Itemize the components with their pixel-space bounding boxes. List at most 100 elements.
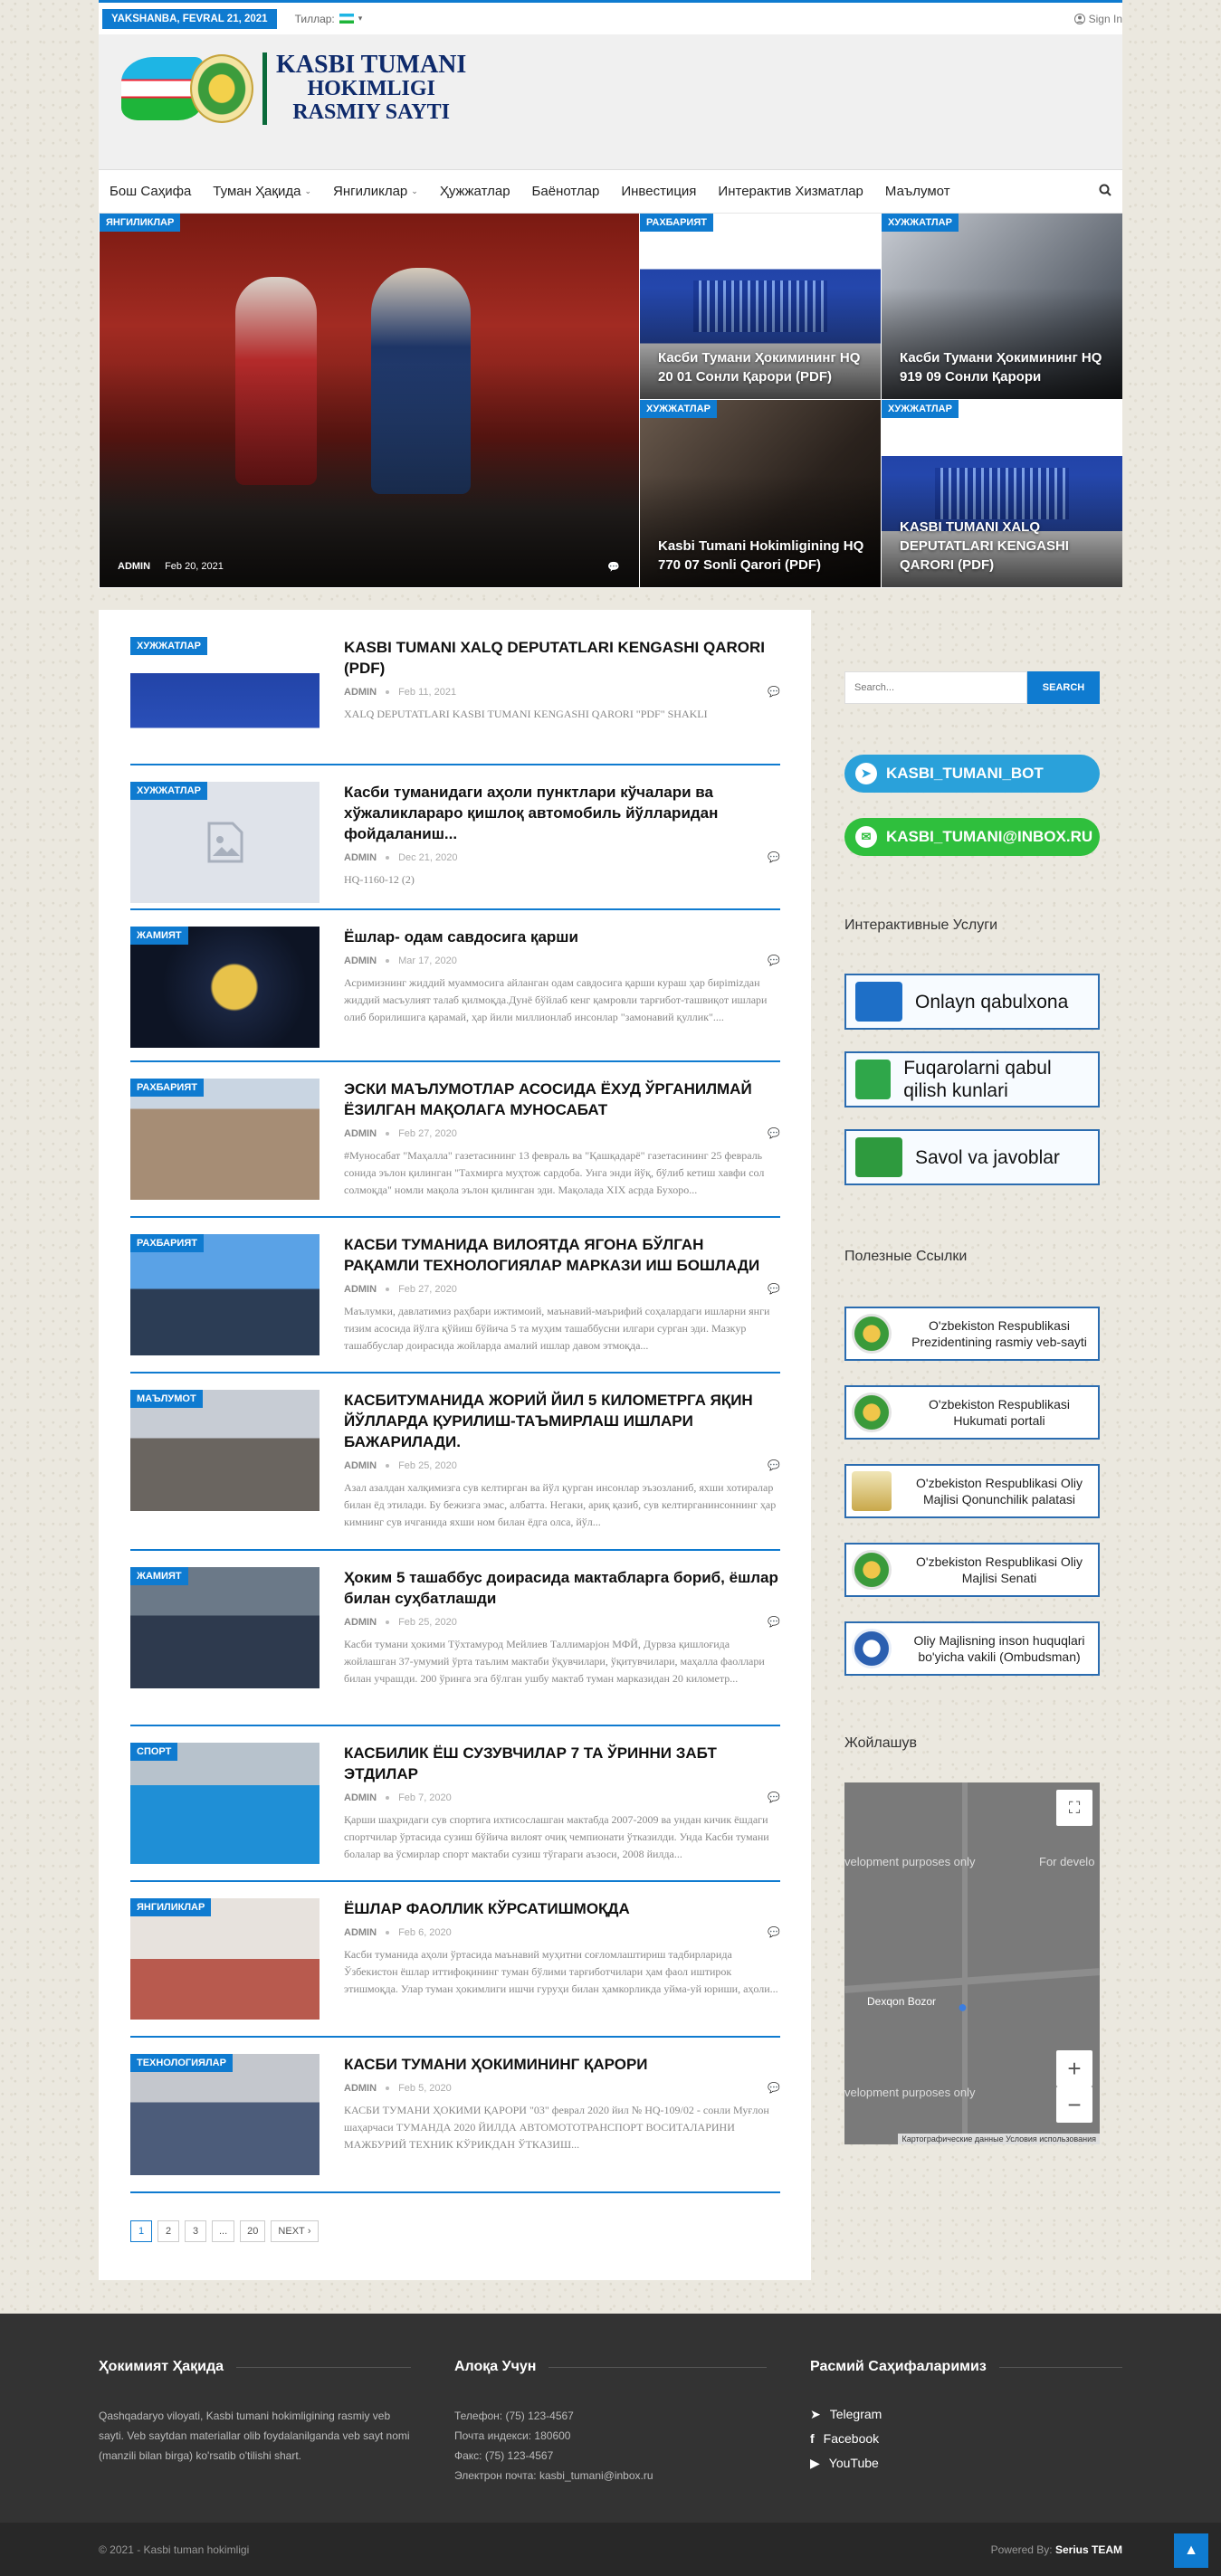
- nav-item-investment[interactable]: Инвестиция: [610, 170, 707, 213]
- link-senate[interactable]: O'zbekiston Respublikasi Oliy Majlisi Se…: [844, 1543, 1100, 1597]
- category-badge[interactable]: ЯНГИЛИКЛАР: [100, 214, 181, 232]
- zoom-in-button[interactable]: +: [1056, 2050, 1092, 2086]
- post-thumbnail[interactable]: РАХБАРИЯТ: [130, 1234, 320, 1355]
- category-badge[interactable]: ХУЖЖАТЛАР: [130, 782, 207, 800]
- post-thumbnail[interactable]: ТЕХНОЛОГИЯЛАР: [130, 2054, 320, 2175]
- post-author[interactable]: ADMIN: [344, 955, 377, 966]
- post-thumbnail[interactable]: ХУЖЖАТЛАР: [130, 637, 320, 758]
- post-title[interactable]: KASBI TUMANI XALQ DEPUTATLARI KENGASHI Q…: [344, 637, 780, 679]
- featured-post[interactable]: ХУЖЖАТЛАР KASBI TUMANI XALQ DEPUTATLARI …: [881, 400, 1122, 588]
- post-title[interactable]: ЁШЛАР ФАОЛЛИК КЎРСАТИШМОҚДА: [344, 1898, 780, 1919]
- category-badge[interactable]: ТЕХНОЛОГИЯЛАР: [130, 2054, 233, 2072]
- category-badge[interactable]: ЖАМИЯТ: [130, 1567, 188, 1585]
- powered-by-brand[interactable]: Serius TEAM: [1055, 2543, 1122, 2556]
- comment-icon[interactable]: 💬: [768, 2082, 780, 2094]
- nav-item-interactive-services[interactable]: Интерактив Хизматлар: [707, 170, 873, 213]
- comment-icon[interactable]: 💬: [768, 851, 780, 863]
- post-author[interactable]: ADMIN: [344, 1617, 377, 1628]
- featured-post[interactable]: РАХБАРИЯТ Касби Тумани Ҳокимининг HQ 20 …: [639, 214, 881, 400]
- zoom-out-button[interactable]: −: [1056, 2086, 1092, 2123]
- comment-icon[interactable]: 💬: [768, 1127, 780, 1139]
- post-title[interactable]: Ёшлар- одам савдосига қарши: [344, 927, 780, 947]
- featured-post[interactable]: ХУЖЖАТЛАР Касби Тумани Ҳокимининг HQ 919…: [881, 214, 1122, 400]
- post-author[interactable]: ADMIN: [344, 1284, 377, 1295]
- telegram-bot-button[interactable]: ➤ KASBI_TUMANI_BOT: [844, 755, 1100, 793]
- post-title[interactable]: КАСБИЛИК ЁШ СУЗУВЧИЛАР 7 ТА ЎРИННИ ЗАБТ …: [344, 1743, 780, 1784]
- comment-icon[interactable]: 💬: [768, 686, 780, 698]
- post-author[interactable]: ADMIN: [344, 1128, 377, 1139]
- comment-icon[interactable]: 💬: [607, 561, 620, 573]
- category-badge[interactable]: ЖАМИЯТ: [130, 927, 188, 945]
- email-button[interactable]: ✉ KASBI_TUMANI@INBOX.RU: [844, 818, 1100, 856]
- featured-post[interactable]: ХУЖЖАТЛАР Kasbi Tumani Hokimligining HQ …: [639, 400, 881, 588]
- search-button[interactable]: SEARCH: [1027, 671, 1100, 704]
- search-input[interactable]: [844, 671, 1027, 704]
- featured-post-title[interactable]: Касби Тумани Ҳокимининг HQ 20 01 Сонли Қ…: [658, 348, 870, 386]
- category-badge[interactable]: ХУЖЖАТЛАР: [882, 214, 959, 232]
- comment-icon[interactable]: 💬: [768, 1792, 780, 1803]
- link-legislative-chamber[interactable]: O'zbekiston Respublikasi Oliy Majlisi Qo…: [844, 1464, 1100, 1518]
- post-thumbnail[interactable]: ЯНГИЛИКЛАР: [130, 1898, 320, 2020]
- link-government[interactable]: O'zbekiston Respublikasi Hukumati portal…: [844, 1385, 1100, 1440]
- link-president[interactable]: O'zbekiston Respublikasi Prezidentining …: [844, 1307, 1100, 1361]
- page-2[interactable]: 2: [157, 2220, 179, 2242]
- nav-item-home[interactable]: Бош Саҳифа: [99, 170, 202, 213]
- faq-button[interactable]: Savol va javoblar: [844, 1129, 1100, 1185]
- telegram-link[interactable]: ➤ Telegram: [810, 2402, 1122, 2427]
- category-badge[interactable]: СПОРТ: [130, 1743, 178, 1761]
- post-author[interactable]: ADMIN: [344, 1927, 377, 1938]
- site-logo[interactable]: KASBI TUMANI HOKIMLIGI RASMIY SAYTI: [121, 52, 466, 125]
- next-page-button[interactable]: NEXT ›: [271, 2220, 319, 2242]
- page-3[interactable]: 3: [185, 2220, 206, 2242]
- post-title[interactable]: КАСБИ ТУМАНИ ҲОКИМИНИНГ ҚАРОРИ: [344, 2054, 780, 2075]
- post-thumbnail[interactable]: ЖАМИЯТ: [130, 927, 320, 1048]
- post-title[interactable]: КАСБИТУМАНИДА ЖОРИЙ ЙИЛ 5 КИЛОМЕТРГА ЯҚИ…: [344, 1390, 780, 1452]
- back-to-top-button[interactable]: ▲: [1174, 2533, 1208, 2568]
- comment-icon[interactable]: 💬: [768, 1459, 780, 1471]
- featured-main-post[interactable]: ЯНГИЛИКЛАР ADMIN Feb 20, 2021 💬: [99, 214, 639, 588]
- comment-icon[interactable]: 💬: [768, 1926, 780, 1938]
- featured-post-title[interactable]: KASBI TUMANI XALQ DEPUTATLARI KENGASHI Q…: [900, 518, 1111, 575]
- page-1[interactable]: 1: [130, 2220, 152, 2242]
- sign-in-link[interactable]: Sign In: [1073, 13, 1122, 25]
- post-author[interactable]: ADMIN: [344, 852, 377, 863]
- post-thumbnail[interactable]: СПОРТ: [130, 1743, 320, 1864]
- featured-post-title[interactable]: Касби Тумани Ҳокимининг HQ 919 09 Сонли …: [900, 348, 1111, 386]
- footer-email[interactable]: Электрон почта: kasbi_tumani@inbox.ru: [454, 2466, 767, 2486]
- map-attribution[interactable]: Картографические данные Условия использо…: [898, 2134, 1100, 2144]
- category-badge[interactable]: ХУЖЖАТЛАР: [130, 637, 207, 655]
- location-map[interactable]: velopment purposes only For develo velop…: [844, 1782, 1100, 2144]
- post-author[interactable]: ADMIN: [344, 1792, 377, 1803]
- nav-item-documents[interactable]: Ҳужжатлар: [429, 170, 521, 213]
- post-author[interactable]: ADMIN: [118, 561, 150, 573]
- category-badge[interactable]: РАХБАРИЯТ: [130, 1079, 204, 1097]
- post-thumbnail[interactable]: МАЪЛУМОТ: [130, 1390, 320, 1511]
- reception-days-button[interactable]: Fuqarolarni qabul qilish kunlari: [844, 1051, 1100, 1107]
- online-reception-button[interactable]: Onlayn qabulxona: [844, 974, 1100, 1030]
- page-20[interactable]: 20: [240, 2220, 266, 2242]
- nav-item-statements[interactable]: Баёнотлар: [521, 170, 611, 213]
- category-badge[interactable]: ХУЖЖАТЛАР: [882, 400, 959, 418]
- post-author[interactable]: ADMIN: [344, 2083, 377, 2094]
- comment-icon[interactable]: 💬: [768, 1283, 780, 1295]
- category-badge[interactable]: РАХБАРИЯТ: [130, 1234, 204, 1252]
- post-thumbnail[interactable]: ЖАМИЯТ: [130, 1567, 320, 1688]
- nav-item-news[interactable]: Янгиликлар ⌄: [322, 170, 429, 213]
- comment-icon[interactable]: 💬: [768, 955, 780, 966]
- post-author[interactable]: ADMIN: [344, 687, 377, 698]
- search-icon[interactable]: [1099, 184, 1111, 200]
- facebook-link[interactable]: f Facebook: [810, 2427, 1122, 2451]
- post-title[interactable]: Ҳоким 5 ташаббус доирасида мактабларга б…: [344, 1567, 780, 1609]
- post-thumbnail[interactable]: РАХБАРИЯТ: [130, 1079, 320, 1200]
- post-title[interactable]: КАСБИ ТУМАНИДА ВИЛОЯТДА ЯГОНА БЎЛГАН РАҚ…: [344, 1234, 780, 1276]
- language-switcher[interactable]: Тиллар: ▾: [295, 13, 363, 25]
- fullscreen-icon[interactable]: ⛶: [1056, 1790, 1092, 1826]
- post-title[interactable]: Касби туманидаги аҳоли пунктлари кўчалар…: [344, 782, 780, 844]
- nav-item-information[interactable]: Маълумот: [874, 170, 961, 213]
- post-thumbnail[interactable]: ХУЖЖАТЛАР: [130, 782, 320, 903]
- comment-icon[interactable]: 💬: [768, 1616, 780, 1628]
- post-author[interactable]: ADMIN: [344, 1460, 377, 1471]
- category-badge[interactable]: МАЪЛУМОТ: [130, 1390, 203, 1408]
- link-ombudsman[interactable]: Oliy Majlisning inson huquqlari bo'yicha…: [844, 1621, 1100, 1676]
- category-badge[interactable]: РАХБАРИЯТ: [640, 214, 713, 232]
